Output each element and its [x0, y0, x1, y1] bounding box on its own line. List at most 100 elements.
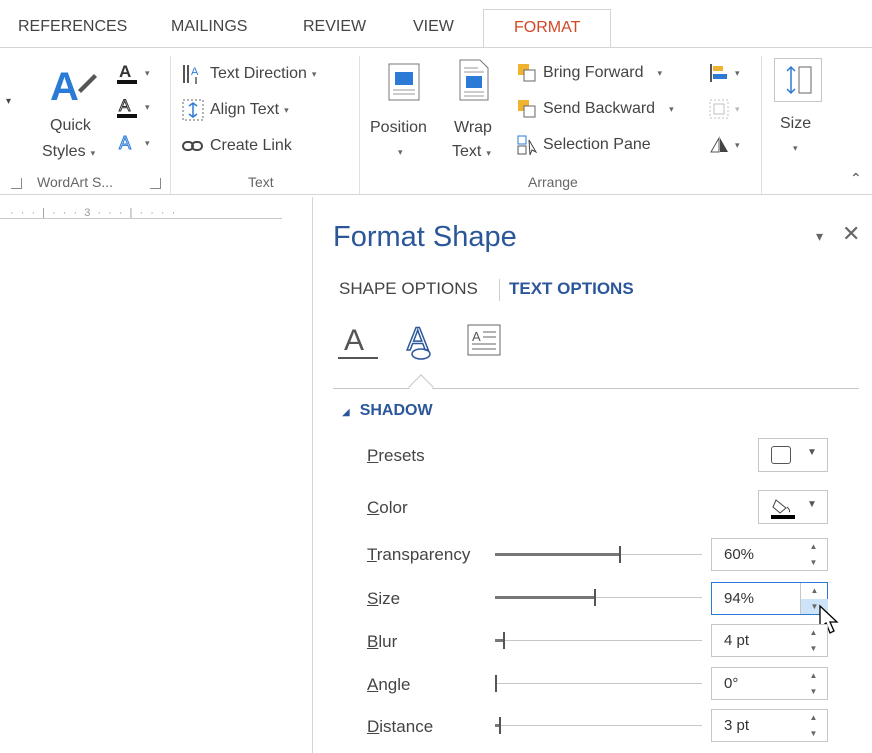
- blur-slider[interactable]: [495, 632, 702, 649]
- tab-mailings[interactable]: MAILINGS: [171, 18, 247, 36]
- angle-slider[interactable]: [495, 675, 702, 692]
- wrap-text-label-1[interactable]: Wrap: [454, 116, 492, 140]
- group-button[interactable]: ▾: [708, 98, 740, 120]
- chevron-down-icon: ▾: [145, 137, 150, 148]
- angle-label: Angle: [367, 675, 411, 694]
- angle-spinbox[interactable]: 0° ▲ ▼: [711, 667, 828, 700]
- pane-divider[interactable]: [312, 197, 313, 753]
- angle-slider-thumb[interactable]: [495, 675, 497, 692]
- dialog-launcher-icon[interactable]: [11, 178, 22, 189]
- size-label[interactable]: Size: [780, 112, 811, 136]
- chevron-down-icon[interactable]: ▾: [398, 140, 403, 164]
- chevron-down-icon[interactable]: ▾: [793, 136, 798, 160]
- chevron-down-icon: ▾: [735, 67, 740, 78]
- text-fill-button[interactable]: A ▾: [114, 60, 150, 86]
- wordart-dialog-launcher-icon[interactable]: [150, 178, 161, 189]
- shadow-section-label: SHADOW: [359, 402, 433, 419]
- text-direction-icon: A: [183, 65, 199, 84]
- shadow-section-header[interactable]: ◢ SHADOW: [342, 402, 433, 420]
- quick-styles-button[interactable]: Styles ▾: [42, 140, 95, 165]
- tab-format[interactable]: FORMAT: [483, 9, 612, 48]
- size-label: Size: [367, 589, 401, 608]
- arrange-group-label: Arrange: [528, 174, 578, 190]
- transparency-slider-thumb[interactable]: [619, 546, 621, 563]
- wordart-a-icon[interactable]: A: [48, 60, 98, 109]
- wrap-text-button[interactable]: Text ▾: [452, 140, 491, 165]
- transparency-slider[interactable]: [495, 546, 702, 563]
- chevron-down-icon: ▼: [807, 447, 817, 458]
- spin-up-icon[interactable]: ▲: [800, 625, 827, 640]
- collapse-triangle-icon: ◢: [342, 407, 350, 418]
- chevron-down-icon: ▾: [311, 68, 317, 79]
- tab-references[interactable]: REFERENCES: [18, 18, 127, 36]
- blur-spinbox[interactable]: 4 pt ▲ ▼: [711, 624, 828, 657]
- text-effects-icon: A: [119, 133, 132, 154]
- svg-text:A: A: [472, 329, 481, 344]
- spin-down-icon[interactable]: ▼: [800, 684, 827, 699]
- tab-shape-options[interactable]: SHAPE OPTIONS: [339, 279, 478, 299]
- textbox-icon[interactable]: A: [467, 324, 501, 356]
- size-icon[interactable]: [774, 58, 822, 102]
- tab-review[interactable]: REVIEW: [303, 18, 366, 36]
- text-effects-tab-icon[interactable]: A: [402, 318, 440, 362]
- size-spinbox[interactable]: 94% ▲ ▼: [711, 582, 828, 615]
- paint-bucket-icon: [771, 499, 795, 519]
- size-slider[interactable]: [495, 589, 702, 606]
- spin-buttons: ▲ ▼: [800, 539, 827, 570]
- position-label[interactable]: Position: [370, 116, 427, 140]
- color-label: Color: [367, 498, 408, 517]
- ribbon: ▾ A Quick Styles ▾ A ▾ A ▾ A ▾ WordArt S.…: [0, 47, 872, 195]
- group-icon: [709, 99, 729, 119]
- wrap-text-icon[interactable]: [458, 58, 490, 102]
- create-link-button[interactable]: Create Link: [181, 134, 292, 158]
- send-backward-button[interactable]: Send Backward ▾: [516, 98, 674, 120]
- distance-spinbox[interactable]: 3 pt ▲ ▼: [711, 709, 828, 742]
- bring-forward-button[interactable]: Bring Forward ▾: [516, 62, 662, 84]
- tab-text-options[interactable]: TEXT OPTIONS: [509, 279, 634, 299]
- text-outline-button[interactable]: A ▾: [114, 94, 150, 120]
- pane-options-chevron-icon[interactable]: ▾: [816, 228, 823, 245]
- selection-pane-button[interactable]: Selection Pane: [516, 134, 651, 156]
- spin-up-icon[interactable]: ▲: [800, 668, 827, 683]
- spin-down-icon[interactable]: ▼: [800, 641, 827, 656]
- blur-slider-fill: [495, 639, 503, 642]
- collapse-ribbon-icon[interactable]: ⌃: [850, 170, 862, 187]
- distance-slider[interactable]: [495, 717, 702, 734]
- svg-text:A: A: [119, 62, 131, 81]
- transparency-value[interactable]: 60%: [724, 546, 754, 563]
- quick-styles-label-1[interactable]: Quick: [50, 114, 91, 138]
- color-dropdown[interactable]: ▼: [758, 490, 828, 524]
- spin-down-icon[interactable]: ▼: [800, 726, 827, 741]
- text-effects-button[interactable]: A ▾: [114, 130, 150, 156]
- chevron-down-icon: ▾: [145, 101, 150, 112]
- text-fill-outline-icon[interactable]: A: [338, 320, 378, 364]
- svg-text:A: A: [407, 321, 429, 357]
- spin-down-icon[interactable]: ▼: [800, 555, 827, 570]
- align-text-button[interactable]: Align Text ▾: [181, 98, 289, 122]
- spin-up-icon[interactable]: ▲: [800, 539, 827, 554]
- selection-pane-icon: [517, 135, 538, 156]
- rotate-icon: [710, 136, 728, 153]
- close-icon[interactable]: ✕: [842, 221, 860, 247]
- size-value[interactable]: 94%: [724, 590, 754, 607]
- align-button[interactable]: ▾: [708, 62, 740, 84]
- rotate-button[interactable]: ▾: [708, 134, 740, 156]
- distance-label: Distance: [367, 717, 434, 736]
- spin-up-icon[interactable]: ▲: [800, 710, 827, 725]
- svg-text:A: A: [344, 324, 364, 357]
- presets-dropdown[interactable]: ▼: [758, 438, 828, 472]
- spin-up-icon[interactable]: ▲: [801, 583, 828, 598]
- blur-slider-thumb[interactable]: [503, 632, 505, 649]
- distance-value[interactable]: 3 pt: [724, 717, 749, 734]
- size-slider-thumb[interactable]: [594, 589, 596, 606]
- angle-value[interactable]: 0°: [724, 675, 738, 692]
- distance-slider-thumb[interactable]: [499, 717, 501, 734]
- position-icon[interactable]: [387, 62, 421, 102]
- blur-value[interactable]: 4 pt: [724, 632, 749, 649]
- bring-forward-icon: [518, 64, 536, 82]
- tab-view[interactable]: VIEW: [413, 18, 454, 36]
- chevron-down-icon: ▾: [90, 148, 96, 158]
- text-direction-button[interactable]: A Text Direction ▾: [181, 62, 316, 86]
- ribbon-scroll-left-icon[interactable]: ▾: [6, 96, 11, 107]
- transparency-spinbox[interactable]: 60% ▲ ▼: [711, 538, 828, 571]
